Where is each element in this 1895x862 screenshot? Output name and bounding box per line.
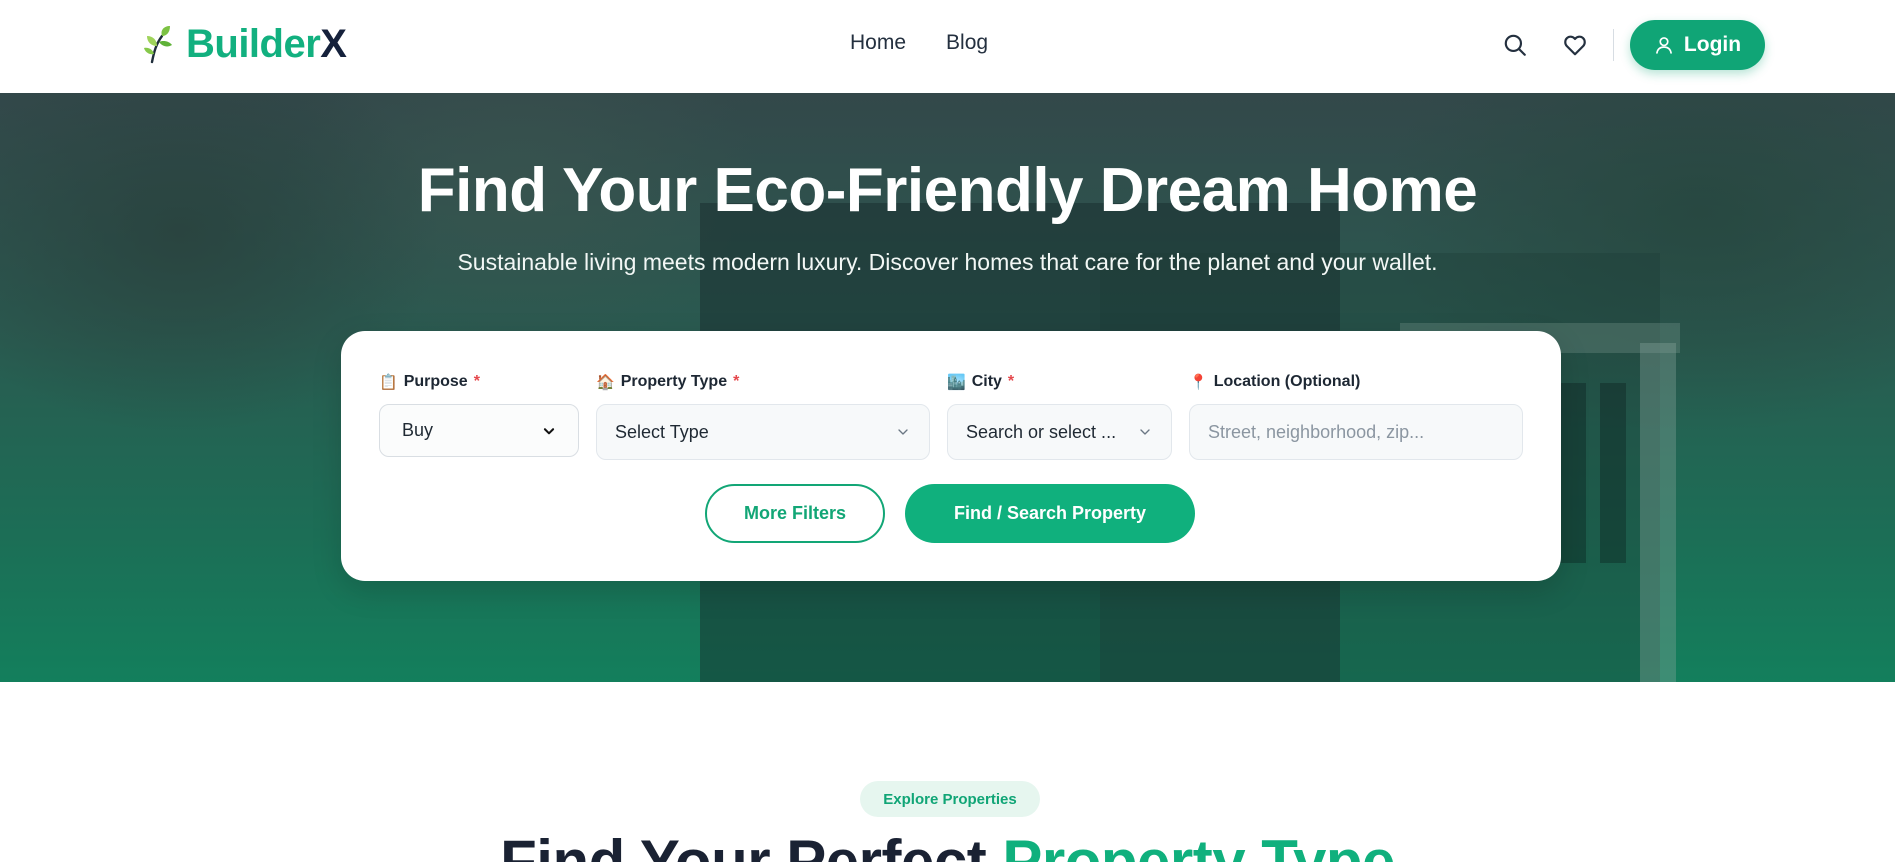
logo-text: BuilderX [186,22,347,66]
location-placeholder: Street, neighborhood, zip... [1208,421,1425,442]
more-filters-button[interactable]: More Filters [705,484,885,543]
chevron-down-icon [898,429,908,435]
purpose-label: 📋 Purpose * [379,373,480,391]
nav-link-home[interactable]: Home [850,31,906,55]
property-type-select[interactable]: Select Type [596,404,930,460]
hero-background-window [1560,383,1586,563]
leaf-sprout-icon [144,26,172,64]
section-title: Find Your Perfect Property Type [500,828,1395,862]
city-field: 🏙️ City * Search or select ... [947,371,1172,460]
main-nav: Home Blog [850,31,988,55]
property-search-card: 📋 Purpose * Buy 🏠 Property Type * Select… [341,331,1561,581]
hero-title: Find Your Eco-Friendly Dream Home [417,156,1478,225]
user-icon [1656,37,1672,54]
logo[interactable]: BuilderX [142,22,347,66]
find-property-button[interactable]: Find / Search Property [905,484,1195,543]
house-icon: 🏠 [596,374,615,391]
location-input[interactable]: Street, neighborhood, zip... [1189,404,1523,460]
hero-background-pillar [1640,343,1676,682]
location-field: 📍 Location (Optional) Street, neighborho… [1189,371,1523,460]
hero-background-window [1600,383,1626,563]
heart-icon[interactable] [1560,30,1590,60]
search-icon[interactable] [1500,30,1530,60]
purpose-field: 📋 Purpose * Buy [379,371,579,457]
city-combobox[interactable]: Search or select ... [947,404,1172,460]
site-header: BuilderX Home Blog Login [0,0,1895,93]
login-label: Login [1683,33,1742,56]
nav-link-blog[interactable]: Blog [946,31,988,55]
city-label: 🏙️ City * [947,373,1015,391]
chevron-down-icon [543,427,555,434]
header-divider [1613,29,1614,61]
property-type-label: 🏠 Property Type * [596,373,740,391]
location-label: 📍 Location (Optional) [1189,373,1361,391]
cityscape-icon: 🏙️ [947,374,966,391]
pin-icon: 📍 [1189,374,1208,391]
login-button[interactable]: Login [1630,20,1765,70]
section-badge: Explore Properties [860,781,1040,817]
hero-subtitle: Sustainable living meets modern luxury. … [457,249,1438,275]
chevron-down-icon [1140,429,1150,435]
clipboard-icon: 📋 [379,374,398,391]
property-type-field: 🏠 Property Type * Select Type [596,371,930,460]
purpose-select[interactable]: Buy [379,404,579,457]
